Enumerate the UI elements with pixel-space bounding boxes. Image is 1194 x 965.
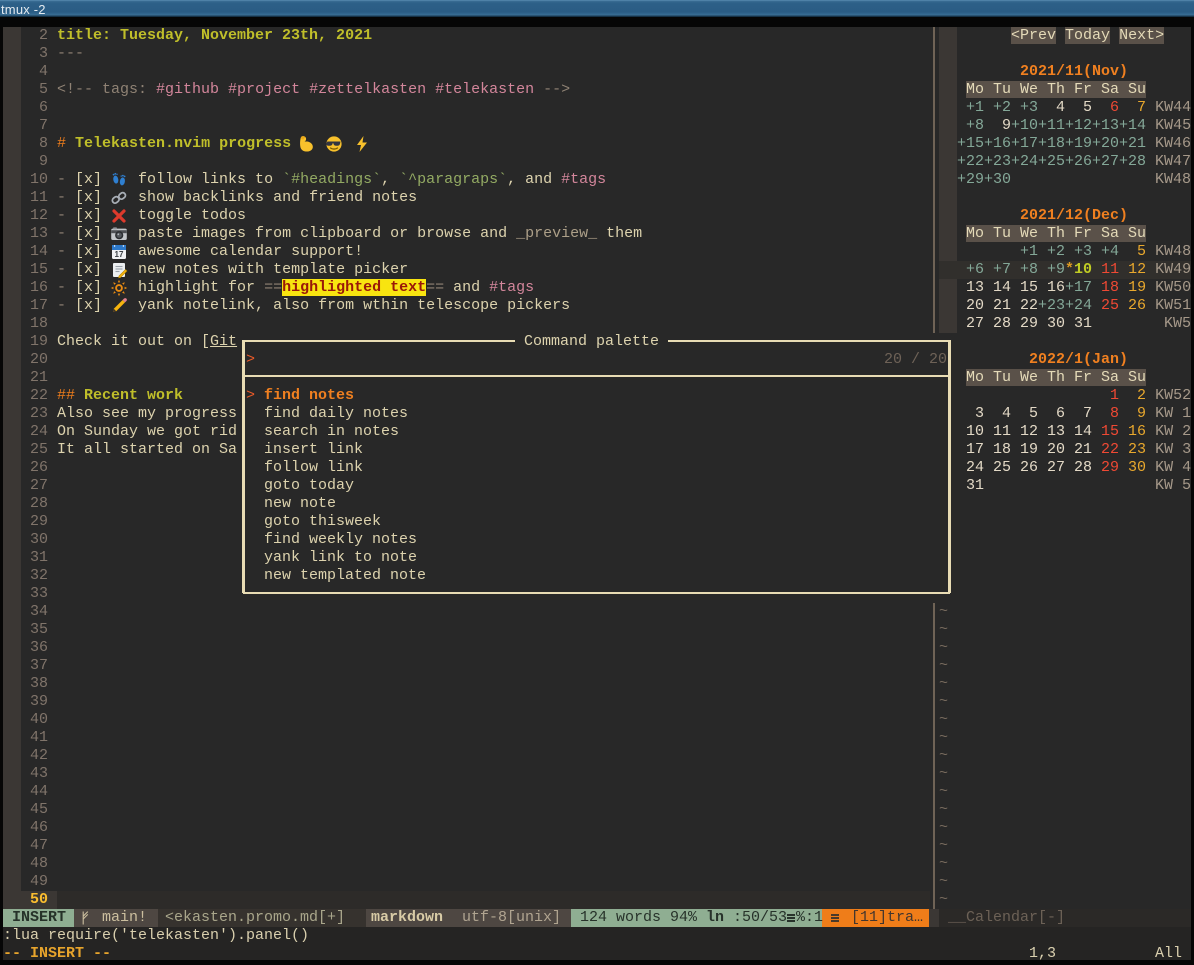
svg-text:17: 17 bbox=[115, 250, 124, 259]
